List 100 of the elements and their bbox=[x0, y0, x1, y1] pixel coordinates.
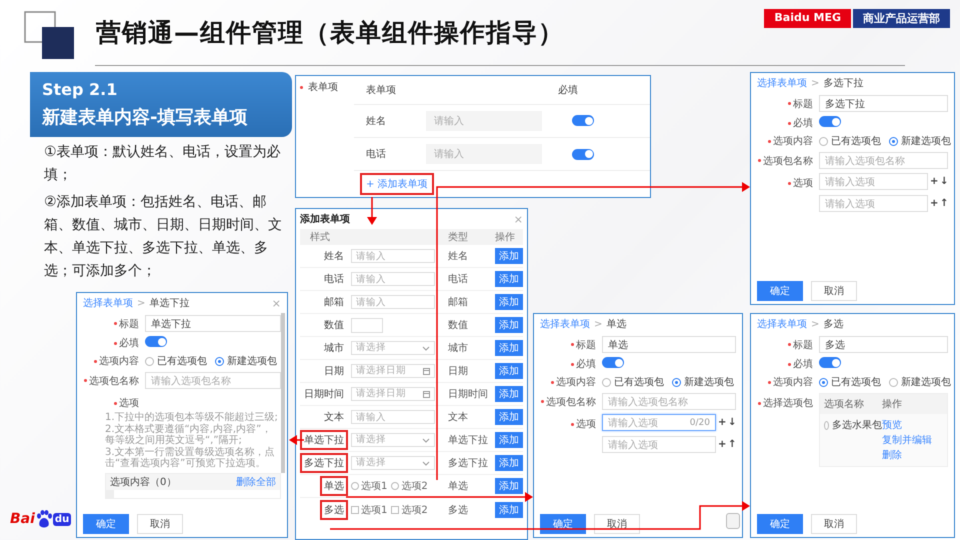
breadcrumb-link[interactable]: 选择表单项 bbox=[540, 317, 590, 331]
radio-button[interactable] bbox=[672, 378, 681, 386]
add-option-button[interactable]: + bbox=[930, 176, 938, 187]
type-label: 姓名 bbox=[448, 250, 469, 263]
add-option-button[interactable]: + bbox=[718, 417, 726, 428]
field-label: 选项内容 bbox=[773, 134, 813, 148]
move-option-button[interactable]: ↑ bbox=[728, 439, 736, 450]
column-header: 样式 bbox=[309, 230, 331, 244]
toggle-switch[interactable] bbox=[572, 148, 594, 160]
floating-widget-icon[interactable] bbox=[726, 513, 740, 529]
add-button[interactable]: 添加 bbox=[495, 340, 523, 356]
radio-button[interactable] bbox=[602, 378, 611, 386]
add-button[interactable]: 添加 bbox=[495, 271, 523, 287]
input-field[interactable]: 请输入 bbox=[351, 272, 435, 286]
add-button[interactable]: 添加 bbox=[495, 455, 523, 471]
select-field[interactable]: 请选择 bbox=[351, 456, 435, 470]
type-label: 日期 bbox=[448, 364, 469, 378]
row-action-link[interactable]: 预览 bbox=[882, 418, 902, 432]
add-button[interactable]: 添加 bbox=[495, 363, 523, 379]
cancel-button[interactable]: 取消 bbox=[137, 514, 183, 534]
field-label: 标题 bbox=[793, 98, 813, 110]
breadcrumb-current: 多选 bbox=[823, 318, 844, 331]
delete-all-link[interactable]: 删除全部 bbox=[236, 475, 276, 489]
toggle-switch[interactable] bbox=[602, 357, 624, 368]
radio-button[interactable] bbox=[824, 420, 829, 430]
add-button[interactable]: 添加 bbox=[495, 294, 523, 310]
select-field[interactable]: 请选择 bbox=[351, 341, 435, 355]
input-field[interactable]: 请输入 bbox=[351, 249, 435, 263]
input-field[interactable]: 单选下拉 bbox=[145, 315, 281, 332]
radio-button[interactable] bbox=[351, 482, 359, 490]
confirm-button[interactable]: 确定 bbox=[540, 514, 586, 534]
connector-arrow bbox=[367, 197, 377, 225]
breadcrumb-link[interactable]: 选择表单项 bbox=[757, 76, 807, 90]
add-button[interactable]: 添加 bbox=[495, 478, 523, 494]
move-option-button[interactable]: ↑ bbox=[940, 198, 948, 209]
date-field[interactable]: 请选择日期 bbox=[351, 387, 435, 401]
add-option-button[interactable]: + bbox=[718, 439, 726, 450]
move-option-button[interactable]: ↓ bbox=[728, 417, 736, 428]
radio-button[interactable] bbox=[889, 378, 898, 386]
input-field[interactable]: 请输入选项 bbox=[819, 173, 928, 190]
option-label: 新建选项包 bbox=[227, 354, 277, 368]
add-button[interactable]: 添加 bbox=[495, 409, 523, 425]
add-button[interactable]: 添加 bbox=[495, 386, 523, 402]
add-button[interactable]: 添加 bbox=[495, 432, 523, 448]
input-field[interactable]: 请输入 bbox=[351, 410, 435, 424]
input-field[interactable]: 多选下拉 bbox=[819, 95, 948, 112]
input-field[interactable]: 请输入选项包名称 bbox=[145, 372, 281, 389]
input-field[interactable]: 请输入选项包名称 bbox=[819, 152, 948, 169]
confirm-button[interactable]: 确定 bbox=[757, 514, 803, 534]
breadcrumb-link[interactable]: 选择表单项 bbox=[83, 296, 133, 310]
radio-button[interactable] bbox=[215, 356, 224, 366]
add-item-link[interactable]: + 添加表单项 bbox=[360, 173, 434, 196]
cancel-button[interactable]: 取消 bbox=[811, 281, 857, 301]
radio-button[interactable] bbox=[391, 482, 400, 490]
confirm-button[interactable]: 确定 bbox=[757, 281, 803, 301]
add-button[interactable]: 添加 bbox=[495, 502, 523, 518]
number-field[interactable] bbox=[351, 318, 383, 332]
close-button[interactable]: × bbox=[514, 212, 523, 226]
select-field[interactable]: 请选择 bbox=[351, 433, 435, 447]
toggle-switch[interactable] bbox=[819, 357, 841, 368]
checkbox[interactable] bbox=[351, 506, 359, 514]
close-button[interactable]: × bbox=[272, 296, 281, 310]
instruction-text: ①表单项：默认姓名、电话，设置为必填； bbox=[44, 143, 282, 185]
row-action-link[interactable]: 复制并编辑 bbox=[882, 433, 932, 447]
radio-button[interactable] bbox=[819, 136, 828, 146]
row-label: 单选下拉 bbox=[300, 430, 348, 450]
input-field[interactable]: 请输入选项包名称 bbox=[602, 393, 736, 410]
date-field[interactable]: 请选择日期 bbox=[351, 364, 435, 378]
input-field[interactable]: 单选 bbox=[602, 336, 736, 353]
checkbox[interactable] bbox=[391, 506, 400, 514]
input-field[interactable]: 请输入选项 bbox=[819, 195, 928, 212]
type-label: 电话 bbox=[448, 272, 469, 286]
cancel-button[interactable]: 取消 bbox=[594, 514, 640, 534]
add-option-button[interactable]: + bbox=[930, 198, 938, 209]
corner-squares-drawing bbox=[24, 11, 76, 61]
breadcrumb-link[interactable]: 选择表单项 bbox=[757, 317, 807, 331]
input-field[interactable]: 请输入 bbox=[426, 144, 542, 164]
row-label: 多选 bbox=[320, 500, 348, 520]
confirm-button[interactable]: 确定 bbox=[83, 514, 129, 534]
input-field[interactable]: 多选 bbox=[819, 336, 948, 353]
row-label: 城市 bbox=[323, 342, 345, 356]
toggle-switch[interactable] bbox=[572, 115, 594, 126]
toggle-switch[interactable] bbox=[819, 116, 841, 127]
type-label: 单选下拉 bbox=[448, 434, 489, 447]
type-label: 多选下拉 bbox=[448, 456, 489, 470]
hint-text: 1.下拉中的选项包本等级不能超过三级; bbox=[105, 412, 279, 423]
input-field[interactable]: 请输入 bbox=[351, 295, 435, 309]
radio-button[interactable] bbox=[819, 378, 828, 386]
toggle-switch[interactable] bbox=[145, 336, 167, 347]
input-field[interactable]: 请输入选项 bbox=[602, 436, 716, 453]
cancel-button[interactable]: 取消 bbox=[811, 514, 857, 534]
row-action-link[interactable]: 删除 bbox=[882, 448, 902, 462]
input-field[interactable]: 请输入选项 0/20 bbox=[602, 414, 716, 431]
move-option-button[interactable]: ↓ bbox=[940, 176, 948, 187]
radio-button[interactable] bbox=[889, 136, 898, 146]
input-field[interactable]: 请输入 bbox=[426, 110, 542, 131]
radio-button[interactable] bbox=[145, 356, 154, 366]
add-button[interactable]: 添加 bbox=[495, 317, 523, 333]
add-button[interactable]: 添加 bbox=[495, 248, 523, 264]
column-header: 操作 bbox=[882, 398, 902, 411]
